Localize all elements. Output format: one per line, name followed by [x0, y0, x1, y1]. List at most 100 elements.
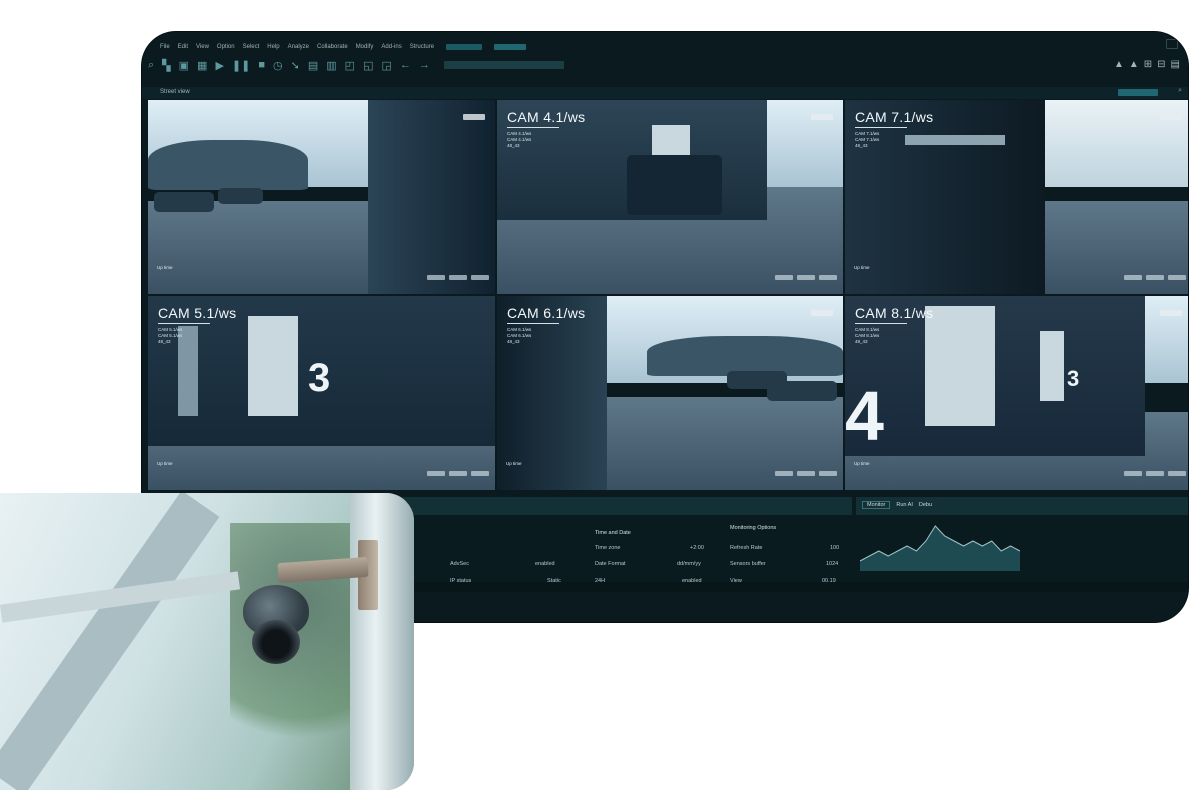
- rec-badge[interactable]: [1160, 114, 1182, 120]
- control-button[interactable]: [427, 275, 445, 280]
- rec-badge[interactable]: [811, 114, 833, 120]
- menu-option[interactable]: Option: [217, 44, 235, 50]
- camera-feed-1[interactable]: Up time: [148, 100, 495, 294]
- control-button[interactable]: [1124, 471, 1142, 476]
- control-button[interactable]: [427, 471, 445, 476]
- meta-line: 48_43: [855, 339, 868, 344]
- control-button[interactable]: [1168, 471, 1186, 476]
- lock-icon[interactable]: ▲: [1129, 59, 1139, 70]
- pause-icon[interactable]: ❚❚: [232, 59, 250, 72]
- setting-label: Refresh Rate: [730, 545, 763, 551]
- tab-debug[interactable]: Debu: [919, 502, 932, 508]
- control-button[interactable]: [471, 275, 489, 280]
- building: [845, 100, 1045, 294]
- window-button[interactable]: [1166, 39, 1178, 49]
- menu-add-ins[interactable]: Add-ins: [381, 44, 401, 50]
- command-input[interactable]: [443, 61, 564, 69]
- building-number: 3: [308, 356, 331, 400]
- car: [767, 381, 837, 401]
- garage-door: [1040, 331, 1064, 401]
- control-button[interactable]: [471, 471, 489, 476]
- camera-title: CAM 6.1/ws: [507, 305, 586, 321]
- stop-icon[interactable]: ■: [258, 59, 265, 71]
- control-button[interactable]: [797, 275, 815, 280]
- grid-icon[interactable]: ▦: [197, 59, 207, 72]
- camera-feed-6[interactable]: CAM 6.1/ws CAM 6.1/ws CAM 6.1/ws 48_43 U…: [497, 296, 843, 490]
- building: [368, 100, 495, 294]
- tab-street-view[interactable]: Street view: [160, 89, 190, 95]
- copy-icon[interactable]: ▥: [326, 59, 336, 72]
- menu-analyze[interactable]: Analyze: [288, 44, 309, 50]
- camera-meta: CAM 4.1/ws CAM 4.1/ws 48_43: [507, 131, 531, 149]
- control-button[interactable]: [819, 275, 837, 280]
- meta-line: 48_43: [507, 143, 520, 148]
- window-icon[interactable]: ◲: [381, 59, 391, 72]
- menu-modify[interactable]: Modify: [356, 44, 374, 50]
- menu-edit[interactable]: Edit: [178, 44, 188, 50]
- setting-value: enabled: [535, 561, 555, 567]
- camera-feed-7[interactable]: CAM 7.1/ws CAM 7.1/ws CAM 7.1/ws 48_43 U…: [845, 100, 1188, 294]
- layers-icon[interactable]: ▚: [162, 59, 170, 72]
- control-button[interactable]: [775, 471, 793, 476]
- menu-collaborate[interactable]: Collaborate: [317, 44, 348, 50]
- tab-run-ai[interactable]: Run AI: [896, 502, 913, 508]
- control-button[interactable]: [449, 471, 467, 476]
- camera-controls: [775, 471, 837, 476]
- section-heading: Time and Date: [595, 530, 631, 536]
- setting-value: dd/mm/yy: [677, 561, 701, 567]
- rec-badge[interactable]: [463, 114, 485, 120]
- camera-meta: CAM 6.1/ws CAM 6.1/ws 48_43: [507, 327, 531, 345]
- camera-grid: Up time CAM 4.1/ws CAM 4.1/ws CAM 4.1/ws…: [148, 100, 1188, 490]
- monitor-icon[interactable]: ▤: [308, 59, 318, 72]
- camera-feed-8[interactable]: 4 3 CAM 8.1/ws CAM 8.1/ws CAM 8.1/ws 48_…: [845, 296, 1188, 490]
- add-icon[interactable]: ⊞: [1144, 59, 1152, 70]
- menu-action-chip[interactable]: [494, 44, 527, 50]
- setting-label: Time zone: [595, 545, 621, 551]
- camera-meta: CAM 7.1/ws CAM 7.1/ws 48_43: [855, 131, 879, 149]
- save-icon[interactable]: ▣: [179, 59, 189, 72]
- menu-bar: File Edit View Option Select Help Analyz…: [160, 41, 527, 53]
- window-icon[interactable]: ◰: [345, 59, 355, 72]
- tab-action-button[interactable]: [1118, 89, 1158, 96]
- setting-label: Sensors buffer: [730, 561, 766, 567]
- live-label: Up time: [157, 461, 173, 466]
- arrow-right-icon[interactable]: →: [419, 59, 430, 71]
- window-icon[interactable]: ◱: [363, 59, 373, 72]
- control-button[interactable]: [797, 471, 815, 476]
- menu-icon[interactable]: ▤: [1171, 59, 1180, 70]
- zoom-icon[interactable]: ⌕: [148, 59, 154, 72]
- control-button[interactable]: [1146, 471, 1164, 476]
- arrow-left-icon[interactable]: ←: [400, 59, 411, 71]
- menu-select[interactable]: Select: [243, 44, 260, 50]
- camera-title: CAM 4.1/ws: [507, 109, 586, 125]
- control-button[interactable]: [819, 471, 837, 476]
- rec-badge[interactable]: [811, 310, 833, 316]
- camera-dome: [252, 620, 300, 664]
- search-icon[interactable]: ⌕: [1178, 87, 1182, 94]
- control-button[interactable]: [1168, 275, 1186, 280]
- menu-help[interactable]: Help: [267, 44, 279, 50]
- meta-line: 48_43: [855, 143, 868, 148]
- menu-action-chip[interactable]: [446, 44, 483, 50]
- lock-icon[interactable]: ▲: [1114, 59, 1124, 70]
- control-button[interactable]: [1146, 275, 1164, 280]
- clock-icon[interactable]: ◷: [273, 59, 283, 72]
- van: [627, 155, 722, 215]
- camera-feed-5[interactable]: 3 CAM 5.1/ws CAM 5.1/ws CAM 5.1/ws 48_43…: [148, 296, 495, 490]
- camera-feed-4[interactable]: CAM 4.1/ws CAM 4.1/ws CAM 4.1/ws 48_43: [497, 100, 843, 294]
- window-frame: [0, 493, 220, 790]
- garage-door: [248, 316, 298, 416]
- tab-monitor[interactable]: Monitor: [862, 501, 891, 509]
- control-button[interactable]: [1124, 275, 1142, 280]
- building-number: 3: [1067, 366, 1080, 391]
- live-label: Up time: [854, 461, 870, 466]
- menu-structure[interactable]: Structure: [410, 44, 434, 50]
- cursor-icon[interactable]: ➘: [291, 59, 300, 72]
- control-button[interactable]: [449, 275, 467, 280]
- minus-icon[interactable]: ⊟: [1157, 59, 1165, 70]
- rec-badge[interactable]: [1160, 310, 1182, 316]
- menu-file[interactable]: File: [160, 44, 170, 50]
- menu-view[interactable]: View: [196, 44, 209, 50]
- control-button[interactable]: [775, 275, 793, 280]
- play-icon[interactable]: ▶: [215, 59, 223, 72]
